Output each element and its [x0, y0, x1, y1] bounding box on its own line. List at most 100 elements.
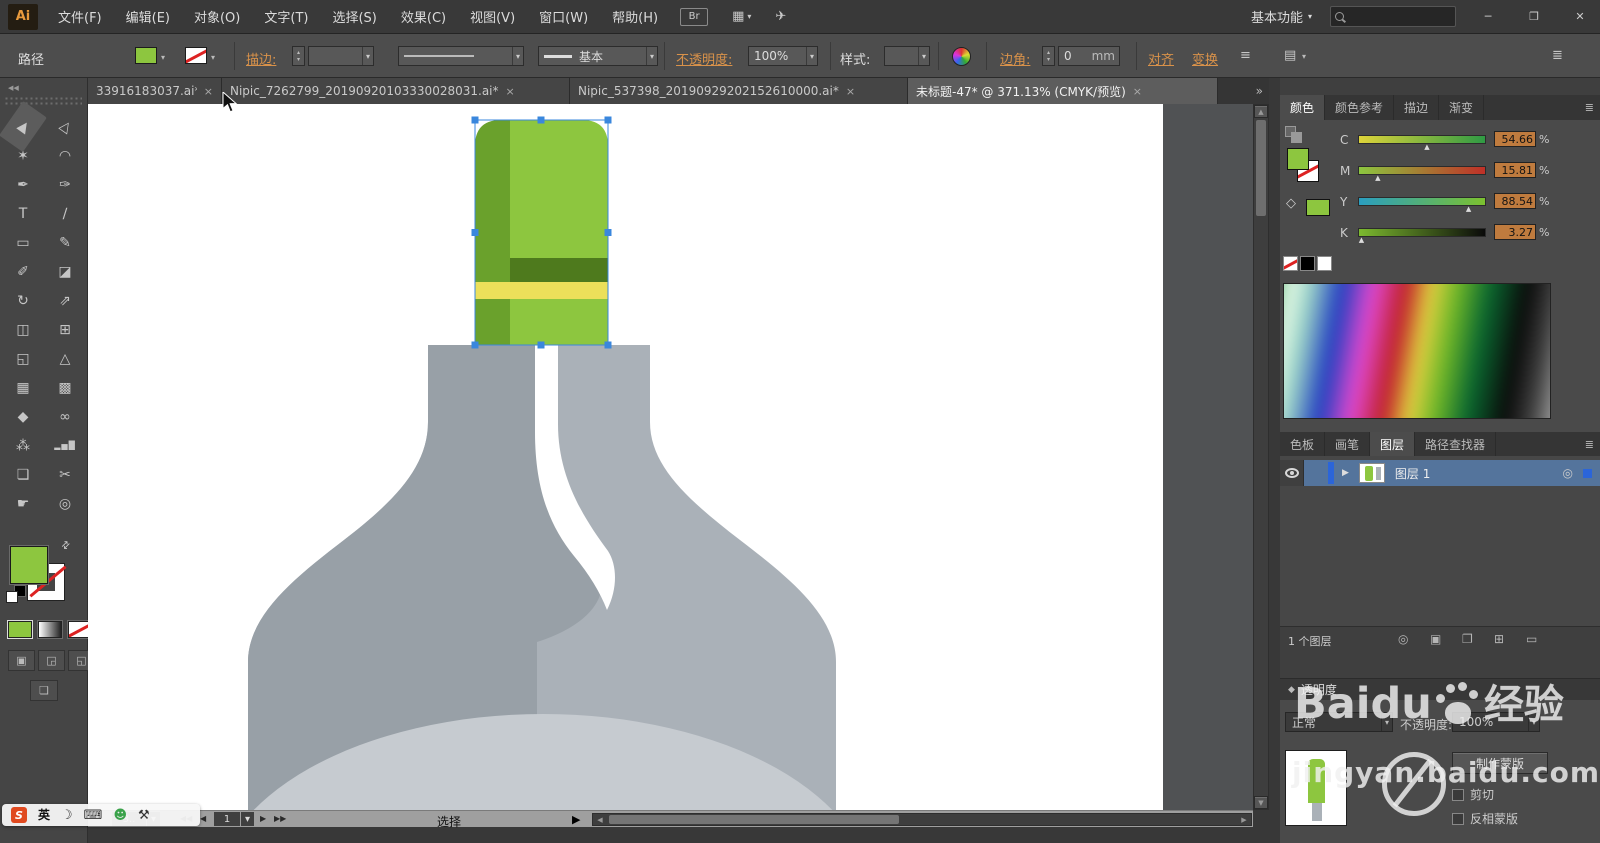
fill-swatch-proxy[interactable] — [10, 546, 48, 584]
black-swatch[interactable] — [1300, 256, 1315, 271]
fill-caret-icon[interactable]: ▾ — [161, 53, 165, 62]
layer-thumbnail[interactable] — [1358, 463, 1385, 483]
yellow-slider[interactable]: ▲ — [1358, 197, 1486, 213]
last-artboard-icon[interactable]: ▶▶ — [274, 814, 286, 823]
anchor-handle[interactable] — [471, 341, 479, 349]
tool-type[interactable]: T — [2, 199, 44, 228]
none-swatch[interactable] — [1283, 256, 1298, 271]
tool-zoom[interactable]: ◎ — [44, 489, 86, 518]
next-artboard-icon[interactable]: ▶ — [260, 814, 266, 823]
user-icon[interactable]: ☻ — [113, 809, 127, 822]
anchor-handle[interactable] — [471, 229, 479, 236]
width-profile-dropdown[interactable]: ▾ — [398, 46, 524, 66]
anchor-handle[interactable] — [471, 116, 479, 124]
clip-checkbox[interactable] — [1452, 788, 1464, 801]
tool-symbol-sprayer[interactable]: ⁂ — [2, 431, 44, 460]
stroke-panel-link[interactable]: 描边: — [246, 49, 276, 68]
document-tab-1[interactable]: 33916183037.ai* × — [88, 78, 222, 104]
stroke-color-swatch[interactable] — [185, 47, 207, 64]
new-layer-icon[interactable]: ⊞ — [1494, 632, 1504, 646]
tool-pen[interactable]: ✒ — [2, 170, 44, 199]
arrange-documents-icon[interactable]: ▦ ▾ — [732, 9, 751, 24]
corner-panel-link[interactable]: 边角: — [1000, 49, 1030, 68]
menu-window[interactable]: 窗口(W) — [539, 7, 588, 26]
tab-overflow-icon[interactable]: » — [1250, 78, 1269, 104]
share-icon[interactable]: ✈ — [775, 9, 786, 24]
tab-close-icon[interactable]: × — [846, 85, 855, 98]
new-sublayer-icon[interactable]: ❐ — [1462, 632, 1473, 646]
cap-main[interactable] — [510, 120, 608, 345]
menu-help[interactable]: 帮助(H) — [612, 7, 658, 26]
tool-rectangle[interactable]: ▭ — [2, 228, 44, 257]
anchor-handle[interactable] — [604, 341, 612, 349]
cyan-slider[interactable]: ▲ — [1358, 135, 1486, 151]
tool-eraser[interactable]: ◪ — [44, 257, 86, 286]
soft-keyboard-icon[interactable]: ⌨ — [84, 809, 103, 822]
menu-object[interactable]: 对象(O) — [194, 7, 240, 26]
vertical-scrollbar[interactable]: ▲ ▼ — [1253, 104, 1269, 810]
black-value-field[interactable]: 3.27 — [1494, 224, 1536, 240]
cap-dark-band[interactable] — [510, 258, 608, 282]
scroll-right-icon[interactable]: ▶ — [1237, 814, 1251, 825]
tool-rotate[interactable]: ↻ — [2, 286, 44, 315]
cap-left-strip[interactable] — [475, 120, 510, 345]
panel-menu-icon[interactable]: ≣ — [1579, 95, 1600, 120]
anchor-handle[interactable] — [604, 116, 612, 124]
tab-layers[interactable]: 图层 — [1370, 432, 1416, 456]
scroll-left-icon[interactable]: ◀ — [593, 814, 607, 825]
tool-eyedropper[interactable]: ◆ — [2, 402, 44, 431]
minimize-button[interactable]: ─ — [1474, 6, 1502, 28]
tab-pathfinder[interactable]: 路径查找器 — [1415, 432, 1497, 456]
tool-hand[interactable]: ☛ — [2, 489, 44, 518]
maximize-button[interactable]: ❐ — [1520, 6, 1548, 28]
invert-mask-checkbox-row[interactable]: 反相蒙版 — [1452, 810, 1518, 827]
object-thumbnail[interactable] — [1285, 750, 1347, 826]
tool-line-segment[interactable]: ∕ — [44, 199, 86, 228]
tab-color[interactable]: 颜色 — [1280, 95, 1326, 120]
arrange-options-icon[interactable]: ▤ — [1284, 48, 1296, 63]
stepper-down-icon[interactable]: ▾ — [1047, 56, 1050, 63]
tab-swatches[interactable]: 色板 — [1280, 432, 1326, 456]
blend-mode-dropdown[interactable]: 正常 ▾ — [1285, 712, 1393, 732]
tool-width[interactable]: ◫ — [2, 315, 44, 344]
recolor-artwork-icon[interactable] — [952, 47, 971, 66]
tool-gradient[interactable]: ▩ — [44, 373, 86, 402]
target-icon[interactable]: ◎ — [1563, 466, 1573, 480]
slider-thumb-icon[interactable]: ▲ — [1466, 205, 1471, 213]
slider-thumb-icon[interactable]: ▲ — [1375, 174, 1380, 182]
stepper-up-icon[interactable]: ▴ — [297, 49, 300, 56]
sogou-logo-icon[interactable]: S — [11, 807, 27, 823]
fill-color-swatch[interactable] — [135, 47, 157, 64]
scroll-up-icon[interactable]: ▲ — [1254, 105, 1268, 118]
draw-behind-icon[interactable]: ◲ — [38, 650, 65, 671]
layer-selected-row[interactable]: ▶ 图层 1 ◎ — [1304, 460, 1600, 486]
language-english-icon[interactable]: 英 — [38, 809, 50, 821]
stepper-up-icon[interactable]: ▴ — [1047, 49, 1050, 56]
artboard-caret-icon[interactable]: ▾ — [241, 812, 254, 826]
vertical-scroll-thumb[interactable] — [1256, 120, 1266, 216]
horizontal-scrollbar[interactable]: ◀ ▶ — [592, 813, 1252, 826]
menu-select[interactable]: 选择(S) — [332, 7, 376, 26]
tool-shape-builder[interactable]: ◱ — [2, 344, 44, 373]
tool-scale[interactable]: ⇗ — [44, 286, 86, 315]
yellow-value-field[interactable]: 88.54 — [1494, 193, 1536, 209]
cap-yellow-band[interactable] — [475, 282, 608, 299]
cyan-value-field[interactable]: 54.66 — [1494, 131, 1536, 147]
prev-artboard-icon[interactable]: ◀ — [200, 814, 206, 823]
gradient-button[interactable] — [38, 621, 62, 638]
selection-indicator[interactable] — [1583, 468, 1592, 478]
locate-object-icon[interactable]: ◎ — [1398, 632, 1408, 646]
tab-brushes[interactable]: 画笔 — [1325, 432, 1371, 456]
swap-fill-stroke-icon[interactable]: ⇄ — [59, 539, 73, 553]
canvas-area[interactable] — [88, 104, 1253, 810]
make-clipping-mask-icon[interactable]: ▣ — [1430, 632, 1441, 646]
fill-color-button[interactable] — [7, 620, 33, 639]
tab-close-icon[interactable]: × — [1133, 85, 1142, 98]
black-slider[interactable]: ▲ — [1358, 228, 1486, 244]
control-panel-menu-icon[interactable]: ≣ — [1552, 48, 1563, 63]
transform-panel-link[interactable]: 变换 — [1192, 49, 1218, 68]
collapse-panel-icon[interactable]: ◀◀ — [8, 84, 19, 92]
draw-normal-icon[interactable]: ▣ — [8, 650, 35, 671]
tool-paintbrush[interactable]: ✎ — [44, 228, 86, 257]
transparency-header[interactable]: ◆ 透明度 — [1280, 678, 1600, 700]
